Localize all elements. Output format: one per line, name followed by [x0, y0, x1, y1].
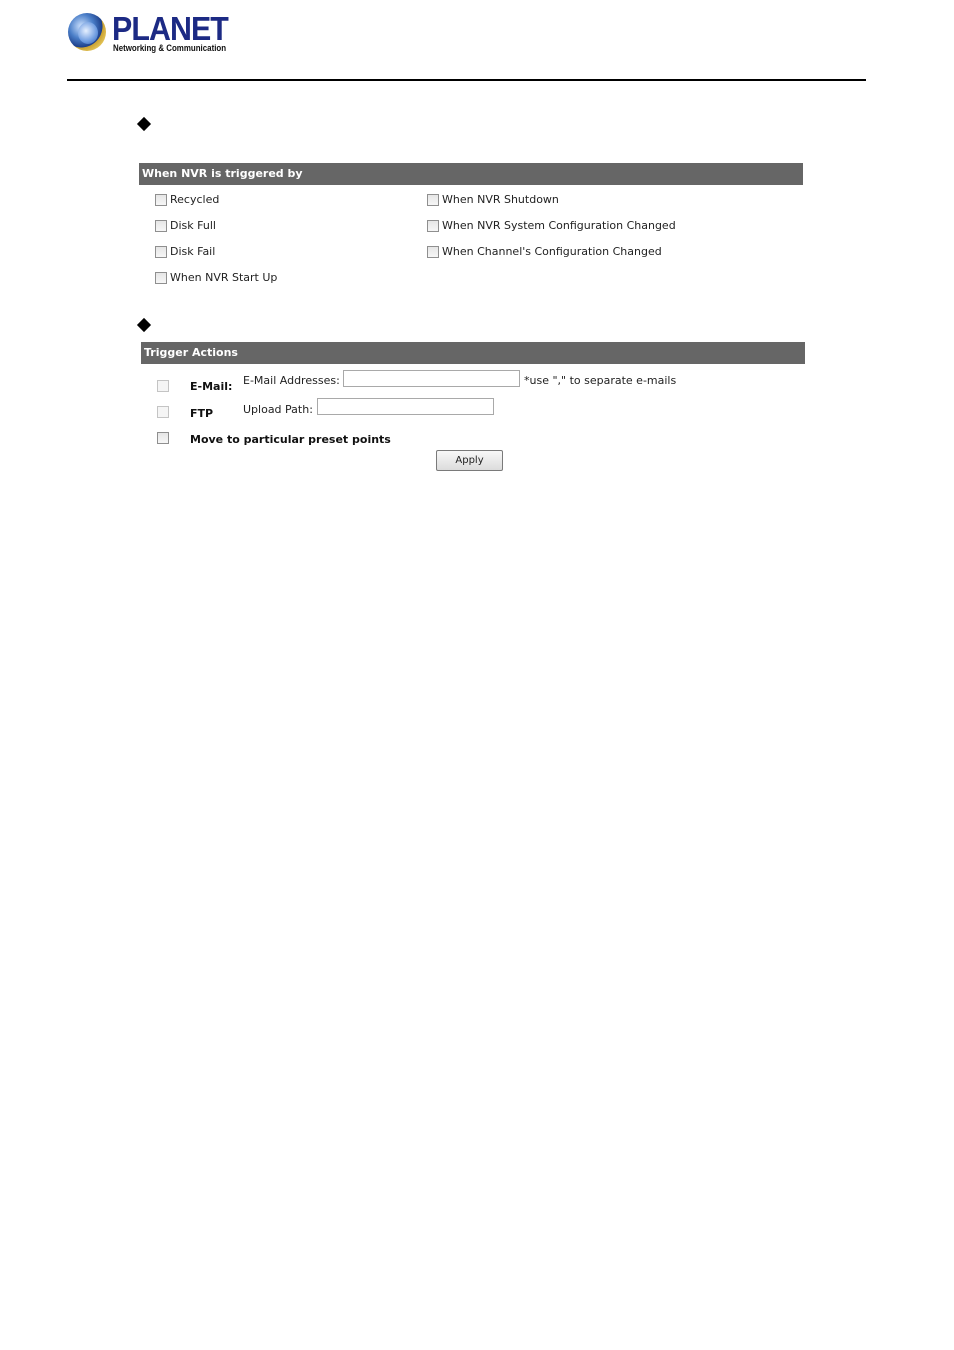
- email-addresses-label: E-Mail Addresses:: [243, 374, 340, 387]
- ftp-action-label: FTP: [190, 407, 214, 420]
- checkbox-box[interactable]: [157, 406, 169, 418]
- globe-logo-icon: [68, 13, 106, 51]
- bullet-diamond-icon: [136, 317, 152, 333]
- checkbox-box[interactable]: [155, 271, 167, 284]
- checkbox-box[interactable]: [155, 193, 167, 206]
- checkbox-recycled[interactable]: Recycled: [155, 193, 219, 206]
- checkbox-box[interactable]: [427, 245, 439, 258]
- email-addresses-input[interactable]: [343, 370, 520, 387]
- actions-panel-header: Trigger Actions: [141, 342, 805, 364]
- checkbox-email[interactable]: [157, 380, 172, 392]
- checkbox-label: When NVR Start Up: [170, 271, 278, 284]
- checkbox-ftp[interactable]: [157, 406, 172, 418]
- checkbox-nvr-shutdown[interactable]: When NVR Shutdown: [427, 193, 559, 206]
- checkbox-label: When Channel's Configuration Changed: [442, 245, 662, 258]
- checkbox-system-config-changed[interactable]: When NVR System Configuration Changed: [427, 219, 676, 232]
- header-divider: [67, 79, 866, 81]
- brand-tagline: Networking & Communication: [113, 43, 227, 53]
- checkbox-label: Disk Fail: [170, 245, 216, 258]
- checkbox-box[interactable]: [157, 432, 169, 444]
- checkbox-label: When NVR Shutdown: [442, 193, 559, 206]
- checkbox-box[interactable]: [155, 219, 167, 232]
- checkbox-box[interactable]: [155, 245, 167, 258]
- checkbox-disk-fail[interactable]: Disk Fail: [155, 245, 215, 258]
- upload-path-input[interactable]: [317, 398, 494, 415]
- checkbox-preset-points[interactable]: [157, 432, 172, 444]
- planet-logo: PLANET Networking & Communication: [68, 10, 229, 56]
- checkbox-nvr-start-up[interactable]: When NVR Start Up: [155, 271, 277, 284]
- checkbox-channel-config-changed[interactable]: When Channel's Configuration Changed: [427, 245, 662, 258]
- checkbox-box[interactable]: [157, 380, 169, 392]
- upload-path-label: Upload Path:: [243, 403, 313, 416]
- checkbox-disk-full[interactable]: Disk Full: [155, 219, 216, 232]
- email-separator-hint: *use "," to separate e-mails: [524, 374, 677, 387]
- trigger-panel-header: When NVR is triggered by: [139, 163, 803, 185]
- checkbox-label: Recycled: [170, 193, 220, 206]
- bullet-diamond-icon: [136, 116, 152, 132]
- preset-points-label: Move to particular preset points: [190, 433, 391, 446]
- email-action-label: E-Mail:: [190, 380, 233, 393]
- checkbox-box[interactable]: [427, 219, 439, 232]
- checkbox-label: Disk Full: [170, 219, 216, 232]
- apply-button[interactable]: Apply: [436, 450, 503, 471]
- brand-name: PLANET: [112, 10, 229, 47]
- checkbox-box[interactable]: [427, 193, 439, 206]
- checkbox-label: When NVR System Configuration Changed: [442, 219, 676, 232]
